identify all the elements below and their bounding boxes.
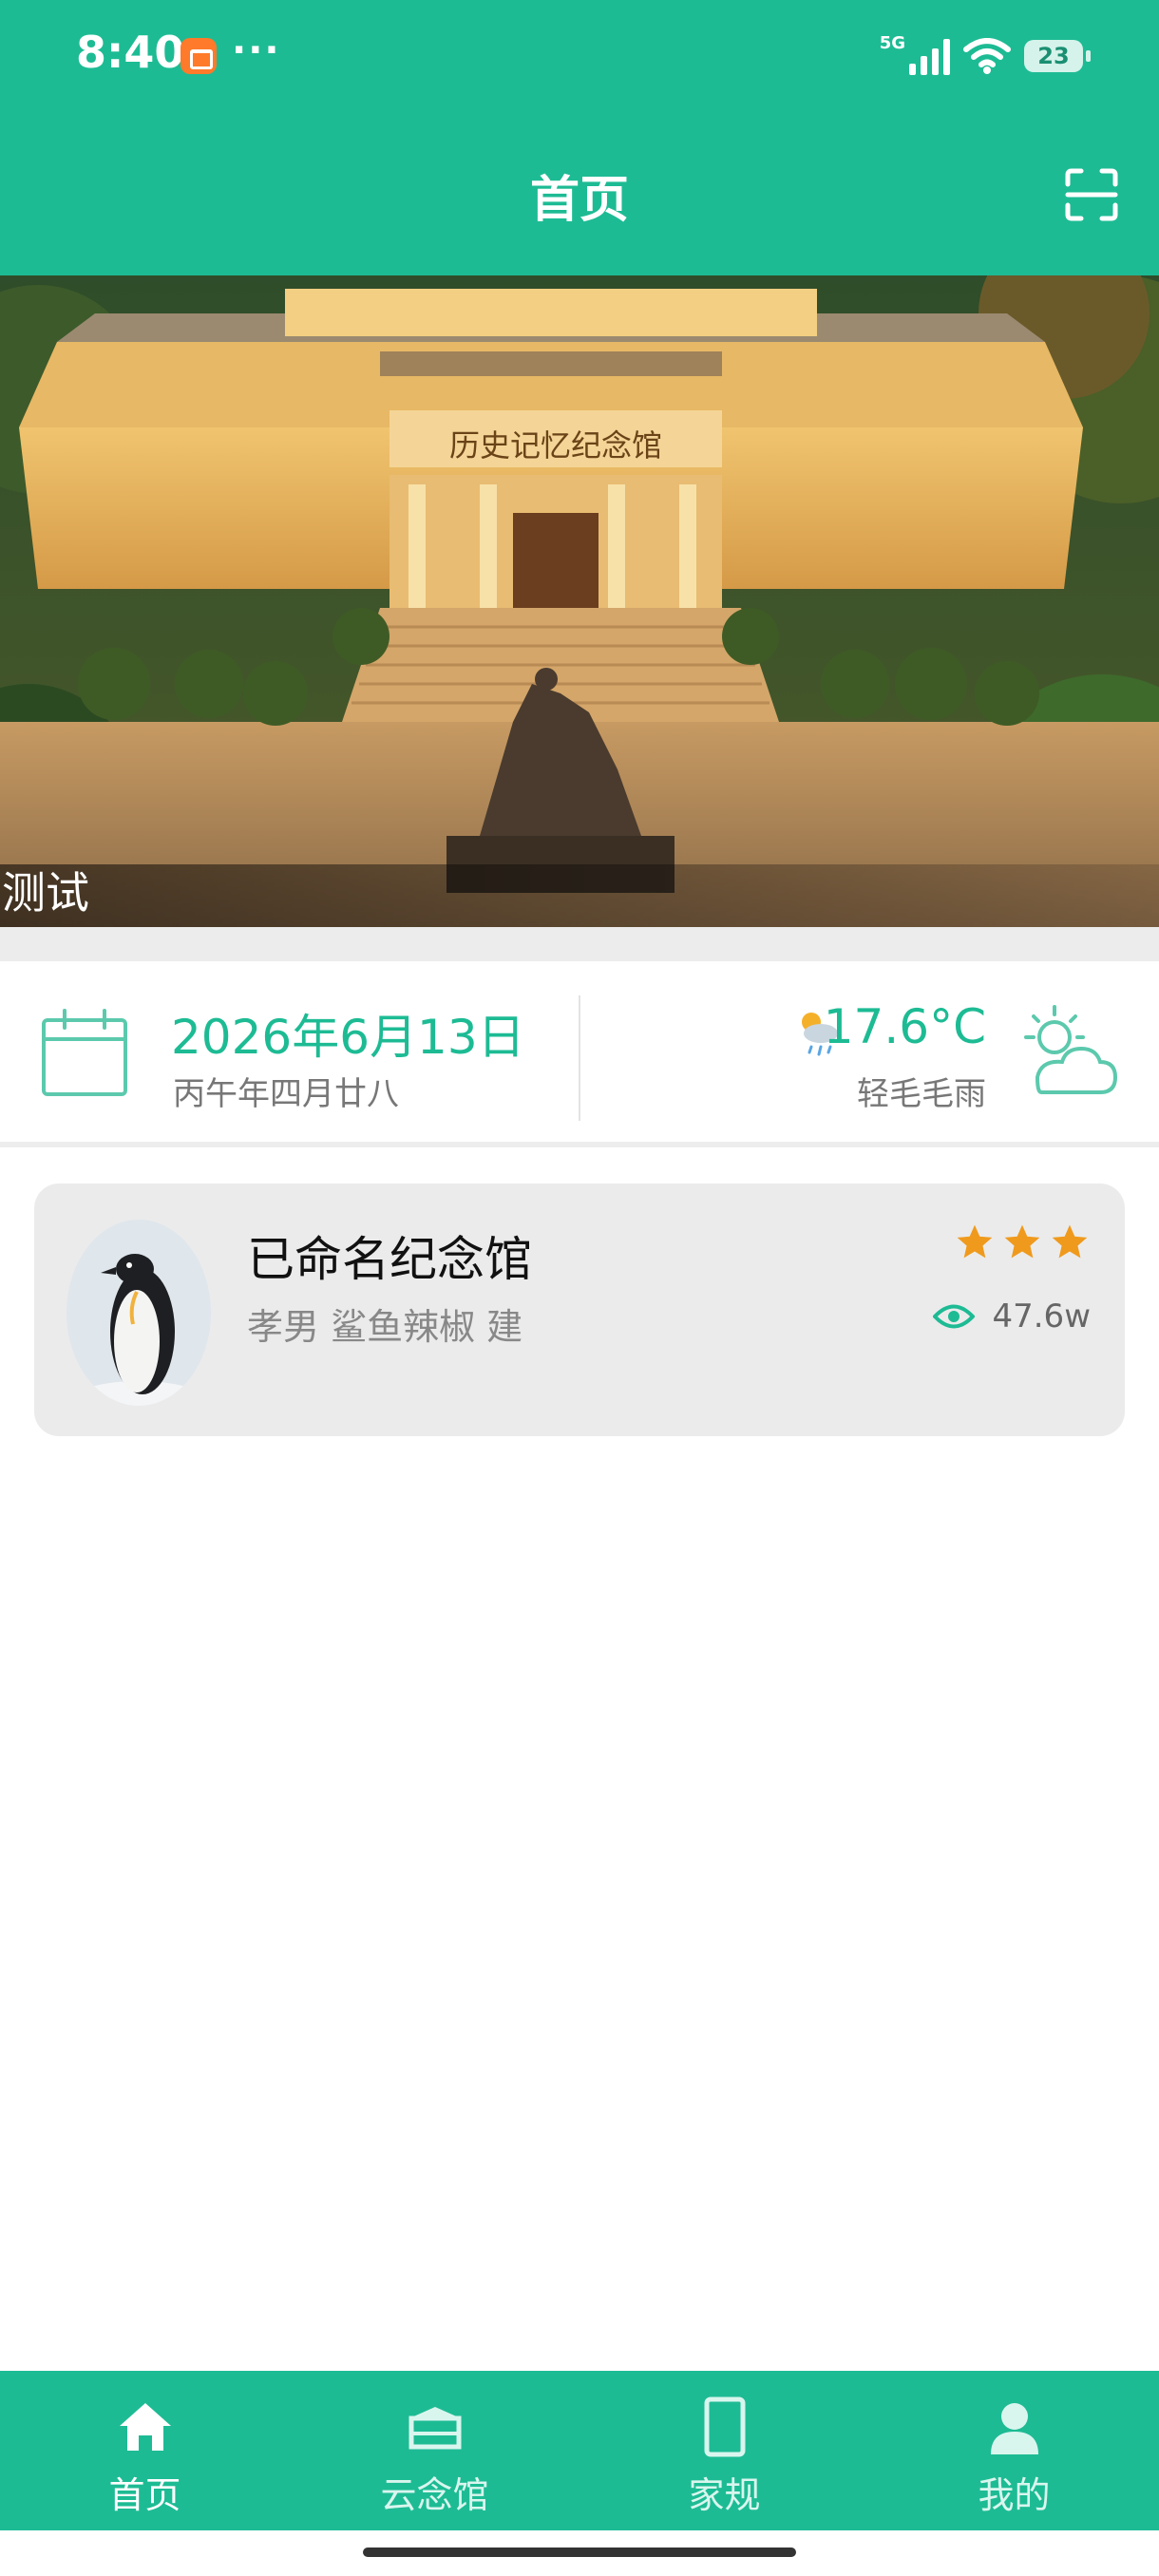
memorial-name: 已命名纪念馆 [247,1232,532,1287]
banner-carousel[interactable]: 历史记忆纪念馆 测试 [0,275,1159,927]
status-time: 8:40 [76,27,185,78]
banner-caption-bar: 测试 [0,864,1159,927]
tab-mine[interactable]: 我的 [869,2371,1159,2530]
person-icon [990,2403,1038,2454]
date-weather-panel: 2026年6月13日 丙午年四月廿八 17.6°C 轻毛毛雨 [0,961,1159,1142]
tab-home[interactable]: 首页 [0,2371,290,2530]
banner-caption: 测试 [2,867,89,919]
home-icon [119,2403,171,2451]
network-type: 5G [879,32,905,53]
signal-icon [909,37,950,75]
memorial-card[interactable]: 已命名纪念馆 孝男 鲨鱼辣椒 建 47.6w [34,1184,1125,1436]
tab-label: 家规 [688,2474,761,2516]
panel-bottom-border [0,1142,1159,1147]
shopping-bag-icon [180,38,217,74]
calendar-icon [42,1009,127,1096]
bottom-tab-bar: 首页 云念馆 家规 我的 [0,2371,1159,2530]
home-indicator[interactable] [363,2548,796,2557]
tab-label: 云念馆 [380,2474,489,2516]
hall-icon [408,2407,461,2450]
star-icon [1052,1224,1088,1259]
view-count: 47.6w [933,1297,1091,1335]
page-title: 首页 [529,172,629,229]
memorial-hall-image: 历史记忆纪念馆 [0,275,1159,927]
current-date: 2026年6月13日 [171,1010,525,1065]
lunar-date: 丙午年四月廿八 [173,1075,399,1113]
top-bar: 8:40 ··· 5G 23 首页 [0,0,1159,275]
tab-cloud-hall[interactable]: 云念馆 [290,2371,580,2530]
section-divider [0,927,1159,961]
rating-stars [954,1222,1091,1263]
status-indicators: 5G 23 [879,32,1091,80]
vertical-divider [579,995,580,1121]
star-icon [957,1224,993,1259]
temperature: 17.6°C [823,999,986,1054]
avatar [66,1220,211,1406]
status-more-dots: ··· [232,28,281,72]
weather-description: 轻毛毛雨 [857,1075,986,1113]
star-icon [1004,1224,1040,1259]
partly-cloudy-icon [1024,1005,1118,1094]
book-icon [704,2396,745,2457]
tab-label: 首页 [108,2474,181,2516]
penguin-image [66,1220,211,1406]
eye-icon [933,1304,976,1329]
building-sign: 历史记忆纪念馆 [449,427,662,464]
battery-level: 23 [1037,43,1070,69]
scan-icon[interactable] [1064,167,1119,222]
wifi-icon [963,38,1011,74]
memorial-description: 孝男 鲨鱼辣椒 建 [247,1306,523,1348]
view-count-value: 47.6w [992,1297,1091,1335]
tab-label: 我的 [978,2474,1051,2516]
tab-family-rules[interactable]: 家规 [580,2371,869,2530]
battery-icon: 23 [1024,40,1091,72]
